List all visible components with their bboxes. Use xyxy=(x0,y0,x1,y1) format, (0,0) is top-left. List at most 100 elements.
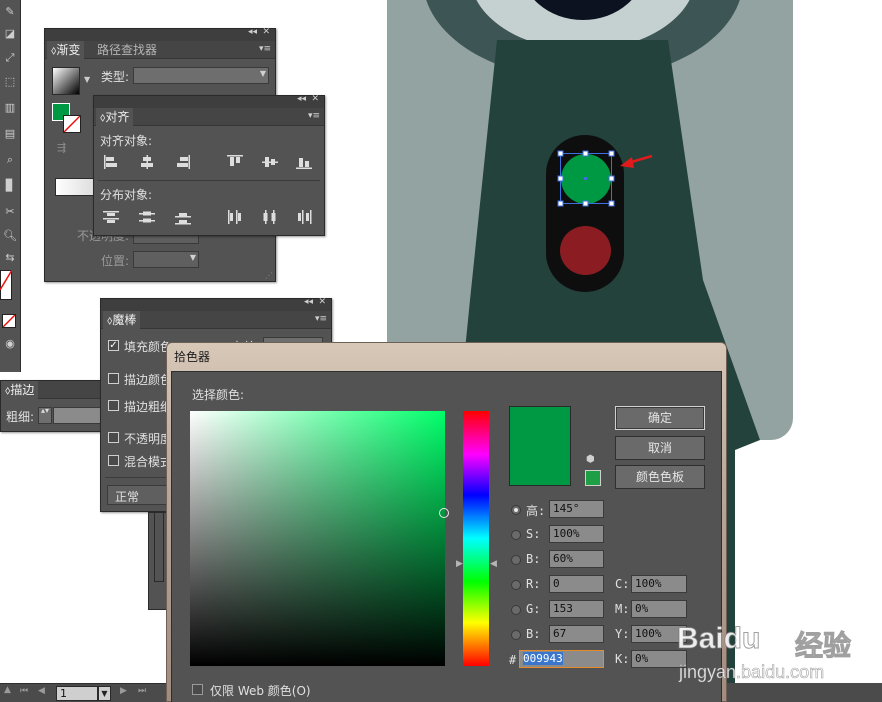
slice-tool-icon[interactable]: ✂ xyxy=(2,204,18,220)
tab-stroke[interactable]: ⬨描边 xyxy=(1,381,39,399)
position-field[interactable]: ▼ xyxy=(133,251,199,268)
hidden-panel-field xyxy=(154,512,164,582)
weight-stepper[interactable]: ▴▾ xyxy=(38,406,52,424)
align-right-icon[interactable] xyxy=(174,154,192,170)
blue-label: B: xyxy=(526,627,541,641)
none-color-icon xyxy=(0,270,12,290)
web-safe-color-swatch[interactable] xyxy=(585,470,601,486)
collapse-icon[interactable]: ◂◂ xyxy=(248,27,257,37)
tab-align[interactable]: ⬨对齐 xyxy=(96,108,134,126)
collapse-icon[interactable]: ◂◂ xyxy=(304,297,313,307)
new-color-swatch xyxy=(509,406,571,486)
stroke-weight-checkbox[interactable] xyxy=(108,400,119,411)
distribute-horizontal-center-icon[interactable] xyxy=(261,209,279,225)
gradient-preview-swatch[interactable] xyxy=(52,67,80,95)
distribute-left-icon[interactable] xyxy=(226,209,244,225)
saturation-radio[interactable] xyxy=(511,530,521,540)
distribute-bottom-icon[interactable] xyxy=(174,209,192,225)
next-page-icon[interactable]: ▶ xyxy=(120,686,127,696)
column-graph-tool-icon[interactable]: ▊ xyxy=(2,178,18,194)
brightness-input[interactable]: 60% xyxy=(549,550,604,568)
scale-tool-icon[interactable]: ⤢ xyxy=(2,50,18,66)
artwork-green-circle[interactable] xyxy=(561,154,611,204)
zoom-tool-icon[interactable]: 🔍︎ xyxy=(2,228,18,244)
tab-gradient[interactable]: ⬨渐变 xyxy=(47,41,85,59)
panel-tabs: ⬨描边 xyxy=(1,381,107,399)
panel-menu-icon[interactable]: ▾≡ xyxy=(259,44,271,54)
green-radio[interactable] xyxy=(511,605,521,615)
blue-input[interactable]: 67 xyxy=(549,625,604,643)
red-radio[interactable] xyxy=(511,580,521,590)
hue-input[interactable]: 145° xyxy=(549,500,604,518)
align-bottom-icon[interactable] xyxy=(295,154,313,170)
pencil-tool-icon[interactable]: ✎ xyxy=(2,4,18,20)
web-colors-only-checkbox[interactable] xyxy=(192,684,203,695)
cyan-input[interactable]: 100% xyxy=(631,575,687,593)
stroke-color-swatch[interactable] xyxy=(63,115,81,133)
color-cursor[interactable] xyxy=(439,508,449,518)
align-horizontal-center-icon[interactable] xyxy=(138,154,156,170)
hue-arrow-right-icon[interactable]: ◀ xyxy=(490,559,497,569)
blue-radio[interactable] xyxy=(511,630,521,640)
opacity-checkbox[interactable] xyxy=(108,432,119,443)
hue-radio[interactable] xyxy=(511,505,521,515)
first-page-icon[interactable]: ⏮ xyxy=(20,686,28,696)
tab-magic-wand[interactable]: ⬨魔棒 xyxy=(103,311,141,329)
type-dropdown[interactable]: ▼ xyxy=(133,67,269,84)
type-label: 类型: xyxy=(101,70,130,84)
gradient-slider[interactable] xyxy=(55,178,95,196)
hue-arrow-left-icon[interactable]: ▶ xyxy=(456,559,463,569)
saturation-brightness-field[interactable] xyxy=(190,411,445,666)
distribute-vertical-center-icon[interactable] xyxy=(138,209,156,225)
dialog-title: 拾色器 xyxy=(174,350,211,364)
hex-input[interactable]: 009943 xyxy=(519,650,604,668)
stroke-color-checkbox[interactable] xyxy=(108,373,119,384)
fill-color-checkbox[interactable]: ✓ xyxy=(108,340,119,351)
chart-tool-icon[interactable]: ▥ xyxy=(2,100,18,116)
magenta-input[interactable]: 0% xyxy=(631,600,687,618)
last-page-icon[interactable]: ⏭ xyxy=(138,686,146,696)
brightness-radio[interactable] xyxy=(511,555,521,565)
collapse-icon[interactable]: ◂◂ xyxy=(297,94,306,104)
ok-button[interactable]: 确定 xyxy=(615,406,705,430)
page-number-input[interactable]: 1 xyxy=(56,686,98,701)
close-icon[interactable]: ✕ xyxy=(311,94,319,104)
distribute-top-icon[interactable] xyxy=(102,209,120,225)
distribute-right-icon[interactable] xyxy=(295,209,313,225)
cube-icon[interactable]: ⬢ xyxy=(586,454,595,465)
color-mode-none-button[interactable] xyxy=(2,314,16,328)
hex-label: # xyxy=(509,653,517,667)
position-label: 位置: xyxy=(101,254,130,268)
panel-topbar: ◂◂ ✕ xyxy=(101,297,331,311)
align-vertical-center-icon[interactable] xyxy=(261,154,279,170)
gradient-tool-icon[interactable]: ▤ xyxy=(2,126,18,142)
color-swatches-button[interactable]: 颜色色板 xyxy=(615,465,705,489)
eraser-tool-icon[interactable]: ◪ xyxy=(2,26,18,42)
free-transform-tool-icon[interactable]: ⬚ xyxy=(2,74,18,90)
artwork-red-circle[interactable] xyxy=(560,226,611,275)
align-left-icon[interactable] xyxy=(102,154,120,170)
reverse-gradient-icon[interactable]: ⇶ xyxy=(57,141,66,154)
chevron-down-icon[interactable]: ▼ xyxy=(98,686,111,701)
tab-pathfinder[interactable]: 路径查找器 xyxy=(93,41,161,59)
eyedropper-tool-icon[interactable]: ⌕ xyxy=(2,152,18,168)
swap-colors-icon[interactable]: ⇆ xyxy=(2,250,18,266)
zoom-dropdown-icon[interactable]: ▲ xyxy=(4,685,11,695)
panel-menu-icon[interactable]: ▾≡ xyxy=(308,111,320,121)
panel-menu-icon[interactable]: ▾≡ xyxy=(315,314,327,324)
hue-slider[interactable] xyxy=(463,411,489,666)
green-input[interactable]: 153 xyxy=(549,600,604,618)
resize-grip-icon[interactable]: ⋰ xyxy=(265,271,273,280)
blend-mode-checkbox[interactable] xyxy=(108,455,119,466)
close-icon[interactable]: ✕ xyxy=(262,27,270,37)
red-input[interactable]: 0 xyxy=(549,575,604,593)
blend-mode-dropdown[interactable]: 正常 xyxy=(107,485,167,505)
cyan-label: C: xyxy=(615,577,630,591)
close-icon[interactable]: ✕ xyxy=(318,297,326,307)
draw-mode-icon[interactable]: ◉ xyxy=(2,336,18,352)
previous-page-icon[interactable]: ◀ xyxy=(38,686,45,696)
align-top-icon[interactable] xyxy=(226,154,244,170)
cancel-button[interactable]: 取消 xyxy=(615,436,705,460)
saturation-input[interactable]: 100% xyxy=(549,525,604,543)
chevron-down-icon[interactable]: ▼ xyxy=(84,75,90,84)
